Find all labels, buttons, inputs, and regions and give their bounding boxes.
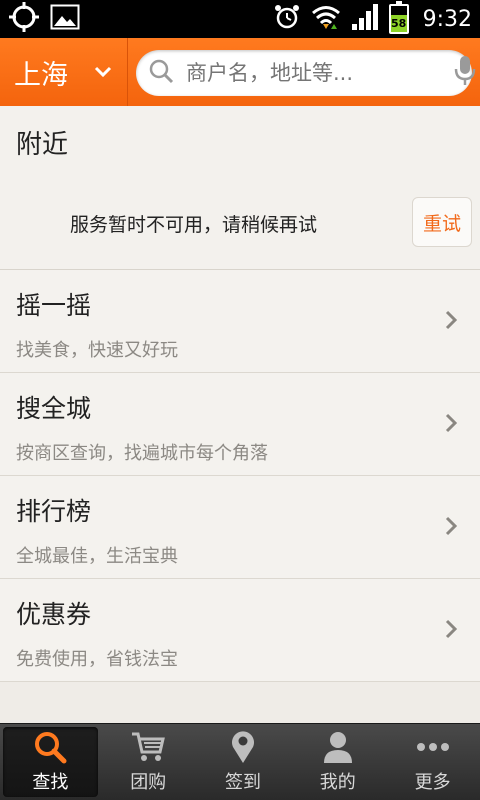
service-unavailable-message: 服务暂时不可用，请稍候再试 xyxy=(70,214,318,236)
status-bar: 58 9:32 xyxy=(0,0,480,38)
menu-item-subtitle: 按商区查询，找遍城市每个角落 xyxy=(16,443,268,464)
tab-label: 更多 xyxy=(414,772,451,793)
battery-icon: 58 xyxy=(388,1,409,34)
search-box[interactable] xyxy=(136,50,476,96)
menu-item-title: 摇一摇 xyxy=(16,291,92,320)
menu-item-coupons[interactable]: 优惠券 免费使用，省钱法宝 xyxy=(0,579,480,682)
nearby-section: 附近 服务暂时不可用，请稍候再试 重试 xyxy=(0,106,480,270)
bottom-tab-bar: 查找 团购 签到 我的 更多 xyxy=(0,723,480,800)
chevron-right-icon xyxy=(444,619,458,643)
menu-item-subtitle: 免费使用，省钱法宝 xyxy=(16,649,178,670)
city-selector[interactable]: 上海 xyxy=(0,38,128,106)
microphone-icon[interactable] xyxy=(454,55,476,91)
gps-icon xyxy=(8,1,40,37)
tab-group-buy[interactable]: 团购 xyxy=(101,724,196,800)
tab-label: 团购 xyxy=(130,772,167,793)
nearby-title: 附近 xyxy=(16,130,69,160)
status-bar-right: 58 9:32 xyxy=(273,1,472,35)
tab-label: 我的 xyxy=(319,772,356,793)
tab-my[interactable]: 我的 xyxy=(290,724,385,800)
menu-item-rankings[interactable]: 排行榜 全城最佳，生活宝典 xyxy=(0,476,480,579)
chevron-right-icon xyxy=(444,516,458,540)
user-icon xyxy=(323,730,353,764)
signal-icon xyxy=(351,3,379,35)
image-icon xyxy=(50,4,80,34)
chevron-down-icon xyxy=(94,63,112,82)
menu-item-shake[interactable]: 摇一摇 找美食，快速又好玩 xyxy=(0,270,480,373)
menu-item-title: 优惠券 xyxy=(16,600,92,629)
menu-item-title: 排行榜 xyxy=(16,497,92,526)
wifi-icon xyxy=(311,3,341,35)
chevron-right-icon xyxy=(444,310,458,334)
tab-more[interactable]: 更多 xyxy=(385,724,480,800)
status-bar-left xyxy=(8,1,80,37)
cart-icon xyxy=(130,730,166,764)
search-icon xyxy=(33,730,67,764)
more-dots-icon xyxy=(416,730,450,764)
location-pin-icon xyxy=(229,730,257,764)
top-bar: 上海 xyxy=(0,38,480,106)
chevron-right-icon xyxy=(444,413,458,437)
battery-level: 58 xyxy=(390,15,407,32)
city-label: 上海 xyxy=(14,59,68,91)
tab-label: 查找 xyxy=(32,772,69,793)
feature-menu: 摇一摇 找美食，快速又好玩 搜全城 按商区查询，找遍城市每个角落 排行榜 全城最… xyxy=(0,270,480,682)
menu-item-subtitle: 找美食，快速又好玩 xyxy=(16,340,178,361)
retry-button[interactable]: 重试 xyxy=(412,197,472,247)
menu-item-subtitle: 全城最佳，生活宝典 xyxy=(16,546,178,567)
tab-check-in[interactable]: 签到 xyxy=(196,724,291,800)
menu-item-search-city[interactable]: 搜全城 按商区查询，找遍城市每个角落 xyxy=(0,373,480,476)
search-input[interactable] xyxy=(186,61,454,85)
search-icon xyxy=(148,58,174,88)
tab-search[interactable]: 查找 xyxy=(3,727,98,797)
status-time: 9:32 xyxy=(422,6,472,32)
tab-label: 签到 xyxy=(224,772,261,793)
alarm-icon xyxy=(273,3,301,35)
menu-item-title: 搜全城 xyxy=(16,394,92,423)
